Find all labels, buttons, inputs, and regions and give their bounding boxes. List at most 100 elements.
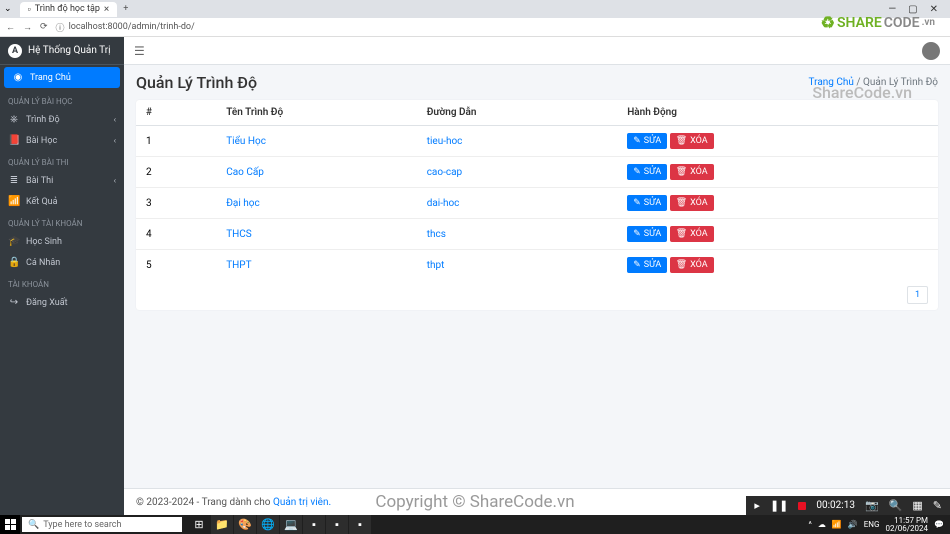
tab-close-icon[interactable]: × (104, 4, 109, 15)
sidebar-item-icon: 📕 (8, 135, 20, 146)
sidebar-item[interactable]: 📶Kết Quả (0, 191, 124, 212)
forward-icon[interactable]: → (23, 22, 32, 33)
vscode-icon[interactable]: 💻 (280, 515, 302, 534)
sidebar-section-header: QUẢN LÝ BÀI THI (0, 151, 124, 170)
cell-name-link[interactable]: Tiểu Học (226, 136, 266, 147)
table-row: 2 Cao Cấp cao-cap ✎ SỬA 🗑 XÓA (136, 157, 938, 188)
sidebar-item[interactable]: 🎓 Học Sinh (0, 231, 124, 252)
app-icon[interactable]: 🎨 (234, 515, 256, 534)
sidebar-item-label: Trình Độ (26, 115, 60, 125)
chevron-left-icon: ‹ (114, 115, 116, 124)
brand[interactable]: A Hệ Thống Quản Trị (0, 37, 124, 65)
camera-icon[interactable]: 📷 (865, 499, 879, 512)
edit-button[interactable]: ✎ SỬA (627, 164, 667, 180)
notifications-icon[interactable]: 💬 (934, 520, 944, 529)
edit-icon: ✎ (633, 198, 641, 208)
app-icon[interactable]: ▪ (326, 515, 348, 534)
record-arrow-icon[interactable]: ▸ (754, 499, 760, 512)
sidebar-item-label: Học Sinh (26, 237, 62, 247)
windows-icon (5, 519, 16, 530)
browser-chrome: ⌄ ▫ Trình độ học tập × + — ▢ ✕ ← → ⟳ ⓘ l… (0, 0, 950, 37)
edit-button[interactable]: ✎ SỬA (627, 257, 667, 273)
sidebar-item-icon: 📶 (8, 196, 20, 207)
terminal-icon[interactable]: ▪ (303, 515, 325, 534)
cell-name-link[interactable]: Cao Cấp (226, 167, 264, 178)
system-tray: ^ ☁ 📶 🔊 ENG 11:57 PM 02/06/2024 💬 (808, 517, 950, 533)
cell-slug-link[interactable]: cao-cap (427, 167, 462, 178)
cell-name-link[interactable]: THCS (226, 229, 252, 240)
tab-title: Trình độ học tập (35, 4, 100, 14)
cell-slug-link[interactable]: thcs (427, 229, 446, 240)
page-number[interactable]: 1 (907, 286, 928, 304)
tray-chevron-icon[interactable]: ^ (808, 520, 811, 529)
main-content: ☰ Quản Lý Trình Độ Trang Chủ / Quản Lý T… (124, 37, 950, 516)
app-icon[interactable]: 📁 (211, 515, 233, 534)
taskbar-search[interactable]: 🔍 Type here to search (22, 517, 182, 532)
pause-icon[interactable]: ❚❚ (770, 499, 788, 512)
chevron-left-icon: ‹ (114, 176, 116, 185)
info-icon: ⓘ (56, 21, 65, 34)
dashboard-icon: ◉ (12, 72, 24, 83)
clock[interactable]: 11:57 PM 02/06/2024 (885, 517, 928, 533)
cell-slug-link[interactable]: dai-hoc (427, 198, 460, 209)
tab-favicon: ▫ (28, 4, 31, 15)
sidebar-item[interactable]: 📕Bài Học‹ (0, 130, 124, 151)
table-row: 5 THPT thpt ✎ SỬA 🗑 XÓA (136, 250, 938, 281)
sidebar-item[interactable]: ⎈ Trình Độ ‹ (0, 109, 124, 130)
sidebar-item[interactable]: 🔒Cá Nhân (0, 252, 124, 273)
cell-name-link[interactable]: THPT (226, 260, 251, 271)
sidebar-item[interactable]: ≣Bài Thi‹ (0, 170, 124, 191)
delete-button[interactable]: 🗑 XÓA (670, 164, 714, 180)
reload-icon[interactable]: ⟳ (40, 22, 48, 33)
sidebar-item-label: Cá Nhân (26, 258, 60, 268)
edit-icon[interactable]: ✎ (933, 499, 942, 512)
start-button[interactable] (0, 515, 20, 534)
back-icon[interactable]: ← (6, 22, 15, 33)
edit-icon: ✎ (633, 260, 641, 270)
avatar[interactable] (922, 42, 940, 60)
col-name: Tên Trình Độ (216, 100, 417, 126)
sound-icon[interactable]: 🔊 (848, 520, 858, 529)
taskbar-apps: ⊞ 📁 🎨 🌐 💻 ▪ ▪ ▪ (188, 515, 371, 534)
delete-button[interactable]: 🗑 XÓA (670, 226, 714, 242)
sidebar-item-icon: 🎓 (8, 236, 20, 247)
chevron-down-icon[interactable]: ⌄ (4, 4, 12, 14)
cloud-icon[interactable]: ☁ (818, 520, 826, 529)
browser-tab[interactable]: ▫ Trình độ học tập × (20, 2, 118, 17)
table-row: 4 THCS thcs ✎ SỬA 🗑 XÓA (136, 219, 938, 250)
sidebar: A Hệ Thống Quản Trị ◉ Trang Chủ QUẢN LÝ … (0, 37, 124, 516)
app-icon[interactable]: ▪ (349, 515, 371, 534)
url-field[interactable]: ⓘ localhost:8000/admin/trinh-do/ (56, 21, 944, 34)
menu-toggle-icon[interactable]: ☰ (134, 44, 145, 58)
edit-button[interactable]: ✎ SỬA (627, 195, 667, 211)
settings-icon[interactable]: ▦ (912, 499, 922, 512)
edit-button[interactable]: ✎ SỬA (627, 226, 667, 242)
sidebar-item-icon: ↪ (8, 297, 20, 308)
task-view-icon[interactable]: ⊞ (188, 515, 210, 534)
chrome-icon[interactable]: 🌐 (257, 515, 279, 534)
record-icon[interactable] (798, 502, 806, 510)
sidebar-item-home[interactable]: ◉ Trang Chủ (4, 67, 120, 88)
cell-name-link[interactable]: Đại học (226, 198, 260, 209)
language-icon[interactable]: ENG (864, 520, 880, 529)
table-row: 1 Tiểu Học tieu-hoc ✎ SỬA 🗑 XÓA (136, 126, 938, 157)
breadcrumb: Trang Chủ / Quản Lý Trình Độ (809, 77, 938, 88)
delete-button[interactable]: 🗑 XÓA (670, 257, 714, 273)
cell-slug-link[interactable]: tieu-hoc (427, 136, 463, 147)
sidebar-item-label: Trang Chủ (30, 73, 71, 83)
brand-icon: A (8, 44, 22, 58)
delete-button[interactable]: 🗑 XÓA (670, 195, 714, 211)
edit-button[interactable]: ✎ SỬA (627, 133, 667, 149)
cell-slug-link[interactable]: thpt (427, 260, 445, 271)
wifi-icon[interactable]: 📶 (832, 520, 842, 529)
delete-button[interactable]: 🗑 XÓA (670, 133, 714, 149)
search-icon[interactable]: 🔍 (889, 499, 903, 512)
trash-icon: 🗑 (676, 167, 687, 177)
new-tab-button[interactable]: + (123, 4, 128, 14)
footer-admin-link[interactable]: Quản trị viên. (273, 497, 331, 508)
sidebar-item-icon: ⎈ (8, 114, 20, 125)
sidebar-item[interactable]: ↪Đăng Xuất (0, 292, 124, 313)
cell-idx: 1 (136, 126, 216, 157)
sidebar-item-label: Bài Học (26, 136, 57, 146)
breadcrumb-home[interactable]: Trang Chủ (809, 77, 854, 88)
